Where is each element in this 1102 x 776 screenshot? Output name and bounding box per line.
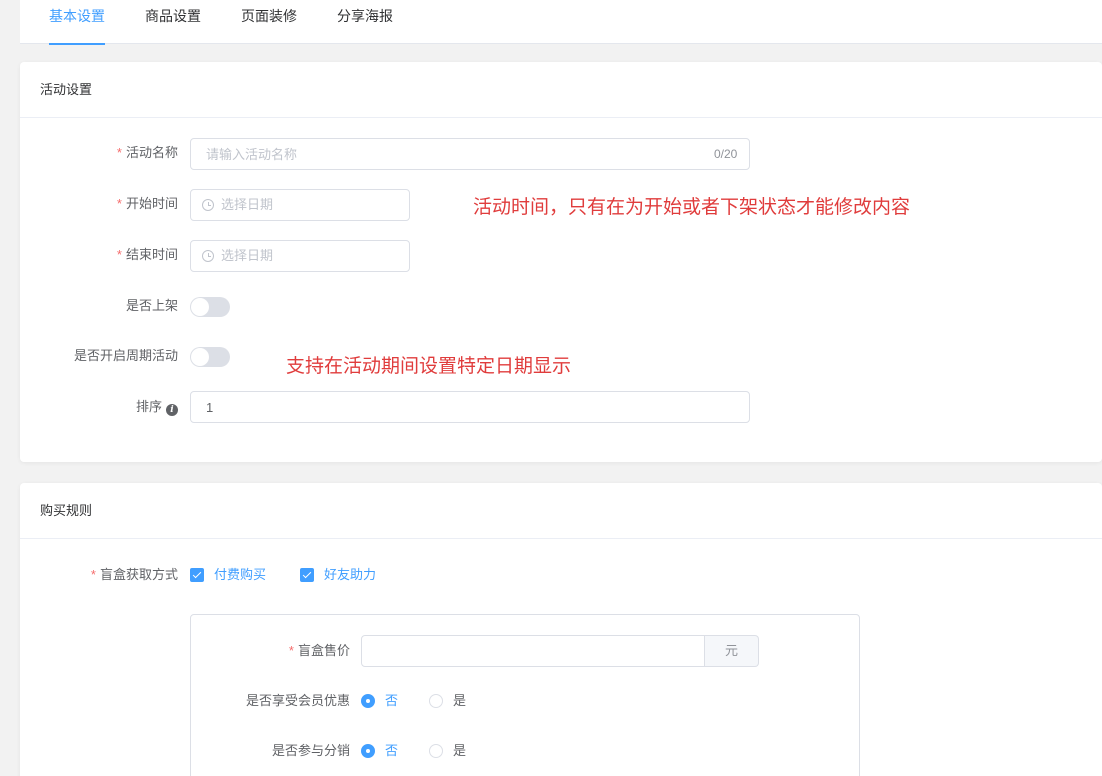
tab-bar: 基本设置 商品设置 页面装修 分享海报 <box>20 0 1102 45</box>
member-discount-no-radio[interactable] <box>361 694 375 708</box>
end-date-placeholder: 选择日期 <box>221 248 274 263</box>
time-annotation: 活动时间，只有在为开始或者下架状态才能修改内容 <box>473 197 911 218</box>
activity-name-input[interactable] <box>190 138 750 170</box>
purchase-rules-title: 购买规则 <box>20 483 1102 539</box>
sort-input[interactable] <box>190 391 750 423</box>
required-mark: * <box>90 567 96 582</box>
start-date-picker[interactable]: 选择日期 <box>190 189 410 221</box>
end-date-picker[interactable]: 选择日期 <box>190 240 410 272</box>
required-mark: * <box>116 247 122 262</box>
paid-purchase-label[interactable]: 付费购买 <box>214 565 266 585</box>
friend-help-label[interactable]: 好友助力 <box>324 565 376 585</box>
paid-purchase-checkbox[interactable] <box>190 568 204 582</box>
distribution-no-label[interactable]: 否 <box>385 741 398 761</box>
blindbox-price-label: * 盲盒售价 <box>288 643 350 658</box>
activity-settings-title: 活动设置 <box>20 62 1102 118</box>
member-discount-no-label[interactable]: 否 <box>385 691 398 711</box>
member-discount-yes-label[interactable]: 是 <box>453 691 466 711</box>
required-mark: * <box>116 145 122 160</box>
cycle-activity-label: 是否开启周期活动 <box>73 348 178 363</box>
sort-label: 排序 i <box>60 397 178 417</box>
cycle-annotation: 支持在活动期间设置特定日期显示 <box>286 356 572 377</box>
distribution-yes-radio[interactable] <box>429 744 443 758</box>
member-discount-yes-radio[interactable] <box>429 694 443 708</box>
tab-basic-settings[interactable]: 基本设置 <box>49 0 105 45</box>
blindbox-method-label: * 盲盒获取方式 <box>90 567 178 582</box>
start-time-label: * 开始时间 <box>116 196 178 211</box>
member-discount-label: 是否享受会员优惠 <box>245 693 350 708</box>
start-date-placeholder: 选择日期 <box>221 197 274 212</box>
tab-share-poster[interactable]: 分享海报 <box>337 0 393 44</box>
activity-name-counter: 0/20 <box>714 147 738 161</box>
clock-icon <box>202 250 214 262</box>
activity-name-label: * 活动名称 <box>116 145 178 160</box>
price-unit: 元 <box>705 635 759 667</box>
required-mark: * <box>288 643 294 658</box>
tab-product-settings[interactable]: 商品设置 <box>145 0 201 44</box>
on-shelf-switch[interactable] <box>190 297 230 317</box>
friend-help-checkbox[interactable] <box>300 568 314 582</box>
blindbox-price-input[interactable] <box>361 635 705 667</box>
required-mark: * <box>116 196 122 211</box>
info-icon[interactable]: i <box>166 404 178 416</box>
on-shelf-label: 是否上架 <box>125 298 178 313</box>
tab-page-decoration[interactable]: 页面装修 <box>241 0 297 44</box>
clock-icon <box>202 199 214 211</box>
cycle-activity-switch[interactable] <box>190 347 230 367</box>
distribution-label: 是否参与分销 <box>271 743 350 758</box>
end-time-label: * 结束时间 <box>116 247 178 262</box>
distribution-yes-label[interactable]: 是 <box>453 741 466 761</box>
distribution-no-radio[interactable] <box>361 744 375 758</box>
